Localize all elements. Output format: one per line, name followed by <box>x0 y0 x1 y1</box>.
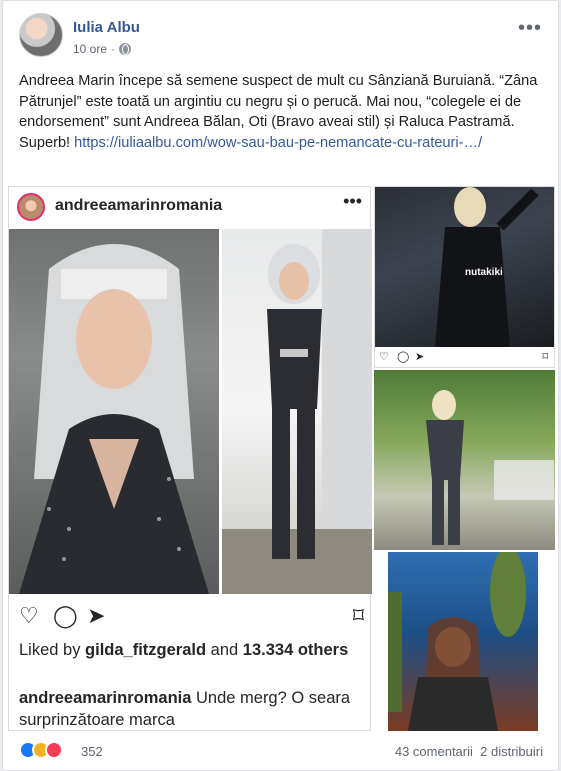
author-avatar[interactable] <box>19 13 63 57</box>
side-image-1-actions: ♡ ◯ ➤ ⌑ <box>379 350 552 366</box>
side-image-2[interactable] <box>374 370 555 550</box>
instagram-photo-right <box>222 229 372 594</box>
reaction-count[interactable]: 352 <box>81 744 103 759</box>
instagram-screenshot[interactable]: andreeamarinromania ••• ♡ ◯ ➤ ⌑ Liked by… <box>8 186 372 731</box>
watermark: nutakiki <box>465 267 503 278</box>
share-icon: ➤ <box>415 351 425 363</box>
side-photo-2 <box>426 390 554 545</box>
instagram-username: andreeamarinromania <box>55 197 223 214</box>
caption-username: andreeamarinromania <box>19 689 192 707</box>
post-footer: 352 43 comentarii 2 distribuiri <box>19 741 547 765</box>
instagram-avatar <box>17 193 45 221</box>
shares-count[interactable]: 2 distribuiri <box>480 744 543 759</box>
comment-icon[interactable]: ◯ <box>53 603 78 629</box>
woman-fullbody-illustration <box>222 229 372 594</box>
post-stats: 43 comentarii 2 distribuiri <box>395 744 543 759</box>
post-time[interactable]: 10 ore <box>73 42 107 56</box>
comments-count[interactable]: 43 comentarii <box>395 744 473 759</box>
post-link[interactable]: https://iuliaalbu.com/wow-sau-bau-pe-nem… <box>74 135 482 151</box>
heart-icon[interactable]: ♡ <box>19 603 39 629</box>
instagram-actions: ♡ ◯ ➤ ⌑ <box>19 603 364 633</box>
instagram-photo-left <box>9 229 219 594</box>
post-media[interactable]: andreeamarinromania ••• ♡ ◯ ➤ ⌑ Liked by… <box>3 186 558 731</box>
instagram-more-icon: ••• <box>343 191 362 211</box>
liked-count: 13.334 others <box>242 641 349 659</box>
love-reaction-icon <box>45 741 63 759</box>
side-photo-1: nutakiki <box>375 187 554 347</box>
bookmark-icon[interactable]: ⌑ <box>353 603 364 629</box>
globe-icon <box>119 43 132 55</box>
post-meta: 10 ore · <box>73 42 132 56</box>
post-text: Andreea Marin începe să semene suspect d… <box>19 71 547 153</box>
side-image-1[interactable]: nutakiki ♡ ◯ ➤ ⌑ <box>374 186 555 368</box>
instagram-likes: Liked by gilda_fitzgerald and 13.334 oth… <box>19 641 349 659</box>
post-card: Iulia Albu 10 ore · ••• Andreea Marin în… <box>2 0 559 771</box>
woman-portrait-illustration <box>19 244 209 594</box>
side-image-3[interactable] <box>374 552 555 731</box>
liked-by-user: gilda_fitzgerald <box>85 641 207 659</box>
bookmark-icon: ⌑ <box>542 351 548 363</box>
post-header: Iulia Albu 10 ore · ••• <box>19 13 546 63</box>
more-options-icon[interactable]: ••• <box>518 17 542 40</box>
heart-icon: ♡ <box>379 351 389 363</box>
side-photo-3 <box>388 552 538 731</box>
comment-icon: ◯ <box>397 351 410 363</box>
author-name[interactable]: Iulia Albu <box>73 19 140 36</box>
instagram-header: andreeamarinromania ••• <box>9 187 370 227</box>
instagram-caption: andreeamarinromania Unde merg? O seara s… <box>19 687 364 731</box>
share-icon[interactable]: ➤ <box>87 603 105 629</box>
reactions[interactable] <box>19 741 63 759</box>
